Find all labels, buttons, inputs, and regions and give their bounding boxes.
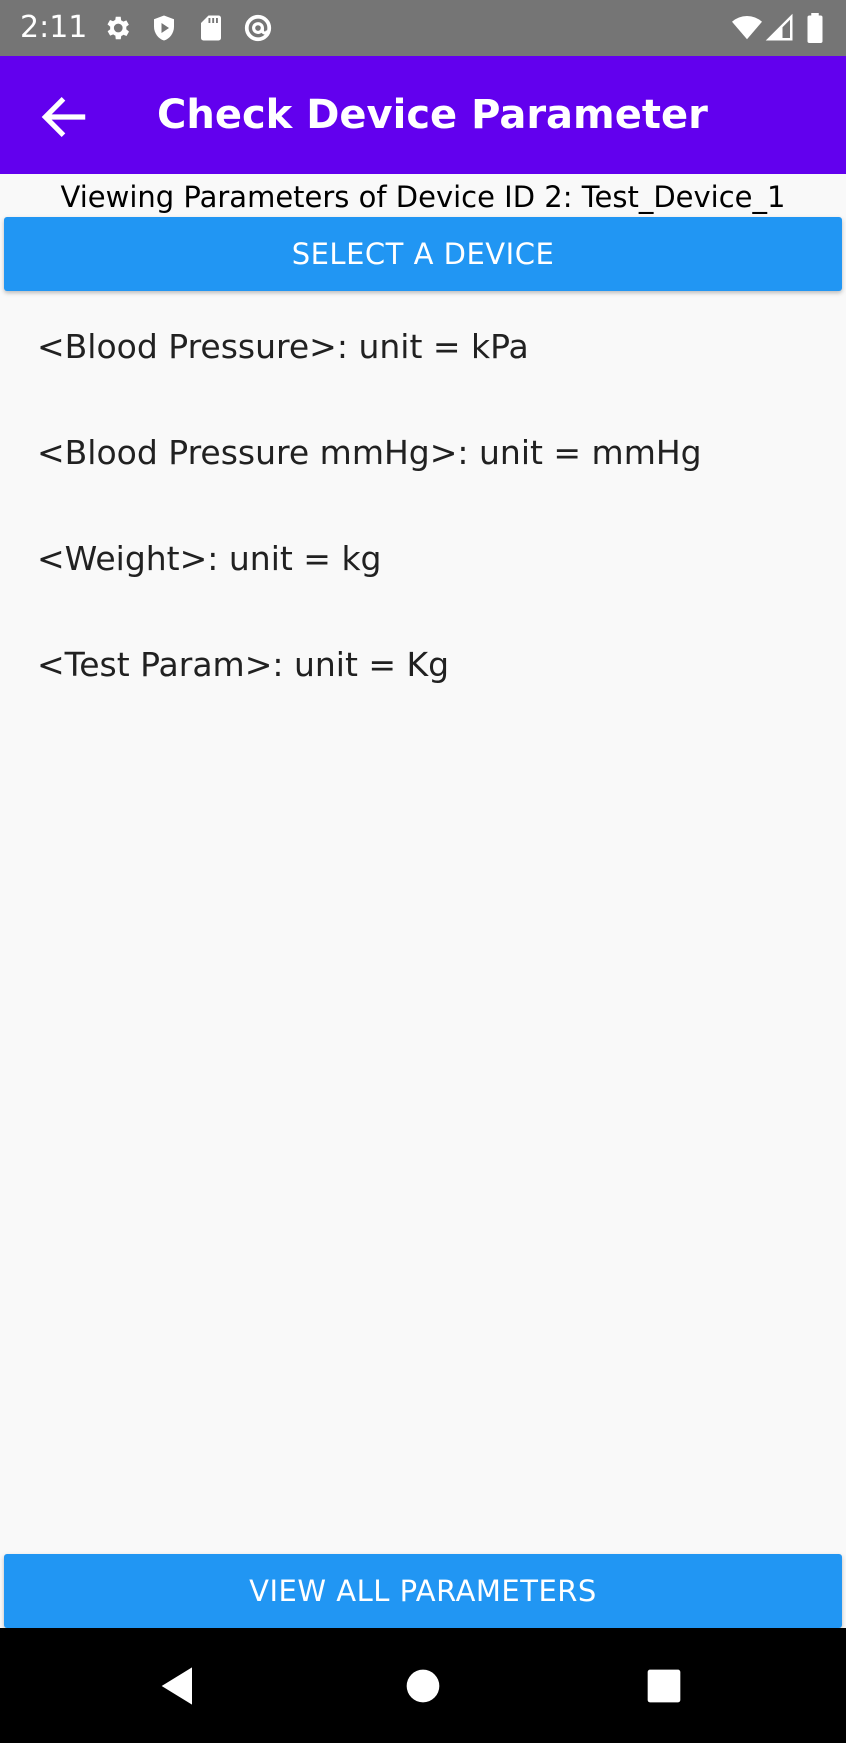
parameter-list: <Blood Pressure>: unit = kPa <Blood Pres… xyxy=(0,305,846,729)
back-button[interactable] xyxy=(36,89,92,145)
sd-card-icon xyxy=(196,13,226,43)
system-nav-bar xyxy=(0,1628,846,1743)
wifi-icon xyxy=(732,13,762,43)
status-time: 2:11 xyxy=(20,10,88,45)
home-circle-icon xyxy=(395,1658,451,1714)
back-triangle-icon xyxy=(150,1658,206,1714)
signal-icon xyxy=(765,13,795,43)
parameter-item[interactable]: <Test Param>: unit = Kg xyxy=(0,623,846,729)
select-device-button[interactable]: SELECT A DEVICE xyxy=(4,217,842,291)
nav-home-button[interactable] xyxy=(395,1658,451,1714)
status-bar: 2:11 xyxy=(0,0,846,56)
parameter-item[interactable]: <Weight>: unit = kg xyxy=(0,517,846,623)
nav-back-button[interactable] xyxy=(150,1658,206,1714)
parameter-item[interactable]: <Blood Pressure mmHg>: unit = mmHg xyxy=(0,411,846,517)
arrow-back-icon xyxy=(36,89,92,145)
recents-square-icon xyxy=(636,1658,692,1714)
battery-icon xyxy=(805,13,825,43)
parameter-item[interactable]: <Blood Pressure>: unit = kPa xyxy=(0,305,846,411)
app-bar: Check Device Parameter xyxy=(0,56,846,174)
view-all-parameters-button[interactable]: VIEW ALL PARAMETERS xyxy=(4,1554,842,1628)
page-title: Check Device Parameter xyxy=(157,92,708,138)
nav-recents-button[interactable] xyxy=(636,1658,692,1714)
gear-icon xyxy=(102,13,132,43)
app-screen: 2:11 Check Device Parameter Viewing Para… xyxy=(0,0,846,1743)
shield-play-icon xyxy=(149,13,179,43)
viewing-device-label: Viewing Parameters of Device ID 2: Test_… xyxy=(60,180,786,214)
at-sign-icon xyxy=(243,13,273,43)
